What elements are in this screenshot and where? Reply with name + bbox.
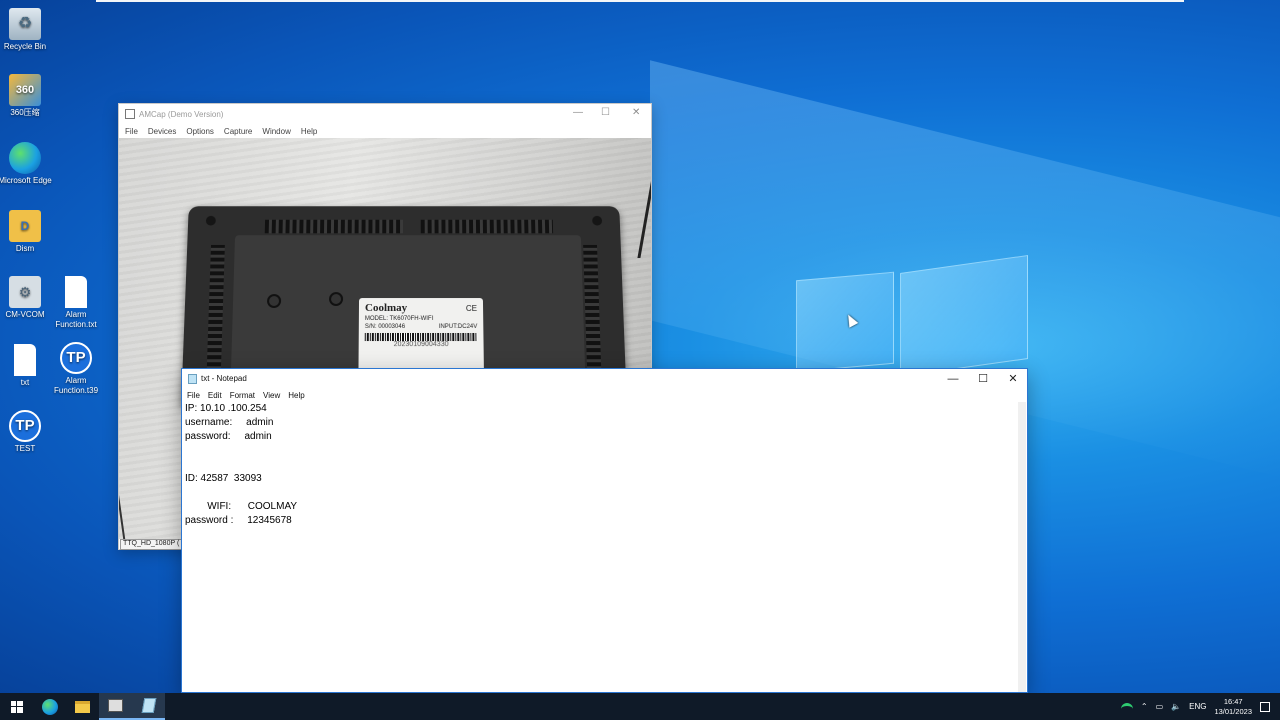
dism-tool-icon: D bbox=[9, 210, 41, 242]
cm-vcom-icon: ⚙ bbox=[9, 276, 41, 308]
maximize-button[interactable]: ☐ bbox=[968, 369, 998, 388]
clock[interactable]: 16:47 13/01/2023 bbox=[1214, 697, 1252, 717]
desktop-icon-label: Dism bbox=[15, 244, 35, 253]
device-status-label: TTQ_HD_1080P ( bbox=[120, 539, 183, 550]
notepad-titlebar[interactable]: txt - Notepad bbox=[182, 369, 1027, 388]
desktop-icon-alarm-t39[interactable]: TP Alarm Function.t39 bbox=[48, 342, 104, 396]
text-editor-area[interactable]: IP: 10.10 .100.254 username: admin passw… bbox=[183, 402, 1019, 692]
taskbar-file-explorer[interactable] bbox=[66, 693, 99, 720]
menu-format[interactable]: Format bbox=[230, 391, 255, 400]
screen-top-edge bbox=[96, 0, 1184, 2]
desktop-icon-recycle-bin[interactable]: ♻ Recycle Bin bbox=[0, 8, 53, 52]
logo-pane-right bbox=[900, 255, 1028, 377]
wallpaper-windows-logo bbox=[796, 255, 1028, 377]
camera-app-icon bbox=[108, 699, 123, 712]
device-model: MODEL: TK6070FH-WIFI bbox=[364, 315, 434, 322]
desktop-icon-cm-vcom[interactable]: ⚙ CM-VCOM bbox=[0, 276, 53, 320]
clock-time: 16:47 bbox=[1223, 696, 1243, 706]
tp-project-icon: TP bbox=[60, 342, 92, 374]
desktop-icon-test[interactable]: TP TEST bbox=[0, 410, 53, 454]
wifi-icon[interactable] bbox=[1120, 702, 1133, 711]
screw bbox=[592, 215, 603, 226]
desktop-icon-label: Microsoft Edge bbox=[0, 176, 52, 185]
taskbar-amcap[interactable] bbox=[99, 693, 132, 720]
desktop-icon-360[interactable]: 360 360压缩 bbox=[0, 74, 53, 118]
folder-icon bbox=[75, 700, 90, 713]
notepad-menubar: File Edit Format View Help bbox=[182, 388, 1027, 402]
logo-pane-left bbox=[796, 271, 894, 373]
minimize-button[interactable]: — bbox=[573, 107, 583, 118]
tp-project-icon: TP bbox=[9, 410, 41, 442]
close-button[interactable]: ✕ bbox=[998, 369, 1028, 388]
desktop-icon-label: CM-VCOM bbox=[5, 310, 45, 319]
desktop-icon-label: 360压缩 bbox=[10, 108, 40, 117]
menu-edit[interactable]: Edit bbox=[208, 391, 222, 400]
taskbar: ⌃ ▭ 🔈 ENG 16:47 13/01/2023 bbox=[0, 693, 1280, 720]
barcode bbox=[364, 332, 478, 342]
desktop-icon-dism[interactable]: D Dism bbox=[0, 210, 53, 254]
edge-browser-icon bbox=[41, 698, 58, 715]
window-title: txt - Notepad bbox=[201, 374, 247, 383]
taskbar-edge[interactable] bbox=[33, 693, 66, 720]
amcap-menubar: File Devices Options Capture Window Help bbox=[119, 124, 651, 138]
device-serial-row: S/N: 00003046 INPUT:DC24V bbox=[364, 323, 478, 330]
notepad-icon bbox=[141, 698, 156, 713]
menu-view[interactable]: View bbox=[263, 391, 280, 400]
device-sticker: Coolmay CE MODEL: TK6070FH-WIFI S/N: 000… bbox=[358, 298, 485, 379]
vertical-scrollbar[interactable] bbox=[1018, 402, 1026, 692]
desktop-icon-label: Recycle Bin bbox=[3, 42, 47, 51]
desktop-icon-label: TEST bbox=[14, 444, 36, 453]
menu-file[interactable]: File bbox=[125, 127, 138, 136]
archive-360-icon: 360 bbox=[9, 74, 41, 106]
menu-help[interactable]: Help bbox=[288, 391, 304, 400]
menu-file[interactable]: File bbox=[187, 391, 200, 400]
desktop-icon-txt[interactable]: txt bbox=[0, 344, 53, 388]
volume-icon[interactable]: 🔈 bbox=[1171, 702, 1181, 711]
notepad-app-icon bbox=[188, 373, 197, 384]
language-indicator[interactable]: ENG bbox=[1189, 702, 1206, 711]
desktop-icon-label: Alarm Function.txt bbox=[55, 310, 97, 329]
barcode-number: 20230109004330 bbox=[393, 341, 449, 349]
notification-icon[interactable] bbox=[1260, 701, 1270, 712]
minimize-button[interactable]: — bbox=[938, 369, 968, 388]
maximize-button[interactable]: ☐ bbox=[601, 107, 610, 118]
windows-start-icon bbox=[10, 700, 23, 713]
menu-devices[interactable]: Devices bbox=[148, 127, 176, 136]
menu-help[interactable]: Help bbox=[301, 127, 317, 136]
text-file-icon bbox=[14, 344, 36, 376]
mount-hole bbox=[328, 292, 344, 306]
network-icon[interactable]: ▭ bbox=[1156, 702, 1164, 711]
desktop-icon-edge[interactable]: Microsoft Edge bbox=[0, 142, 53, 186]
amcap-titlebar[interactable]: AMCap (Demo Version) bbox=[119, 104, 651, 124]
desktop-icon-label: Alarm Function.t39 bbox=[53, 376, 99, 395]
taskbar-notepad[interactable] bbox=[132, 693, 165, 720]
clock-date: 13/01/2023 bbox=[1214, 706, 1252, 716]
notepad-window[interactable]: txt - Notepad — ☐ ✕ File Edit Format Vie… bbox=[181, 368, 1028, 693]
text-file-icon bbox=[65, 276, 87, 308]
camera-app-icon bbox=[125, 109, 135, 119]
ce-mark: CE bbox=[465, 304, 478, 313]
desktop-icon-label: txt bbox=[20, 378, 30, 387]
device-brand: Coolmay bbox=[364, 302, 408, 314]
screw bbox=[205, 215, 216, 226]
edge-browser-icon bbox=[9, 142, 41, 174]
chevron-up-icon[interactable]: ⌃ bbox=[1141, 702, 1148, 711]
vent-slots bbox=[420, 219, 554, 234]
recycle-bin-icon: ♻ bbox=[9, 8, 41, 40]
menu-capture[interactable]: Capture bbox=[224, 127, 252, 136]
menu-window[interactable]: Window bbox=[262, 127, 290, 136]
start-button[interactable] bbox=[0, 693, 33, 720]
system-tray: ⌃ ▭ 🔈 ENG 16:47 13/01/2023 bbox=[1120, 693, 1280, 720]
close-button[interactable]: ✕ bbox=[632, 107, 640, 118]
vent-slots bbox=[264, 219, 404, 234]
desktop-icon-alarm-txt[interactable]: Alarm Function.txt bbox=[48, 276, 104, 330]
menu-options[interactable]: Options bbox=[186, 127, 214, 136]
window-title: AMCap (Demo Version) bbox=[139, 109, 224, 119]
